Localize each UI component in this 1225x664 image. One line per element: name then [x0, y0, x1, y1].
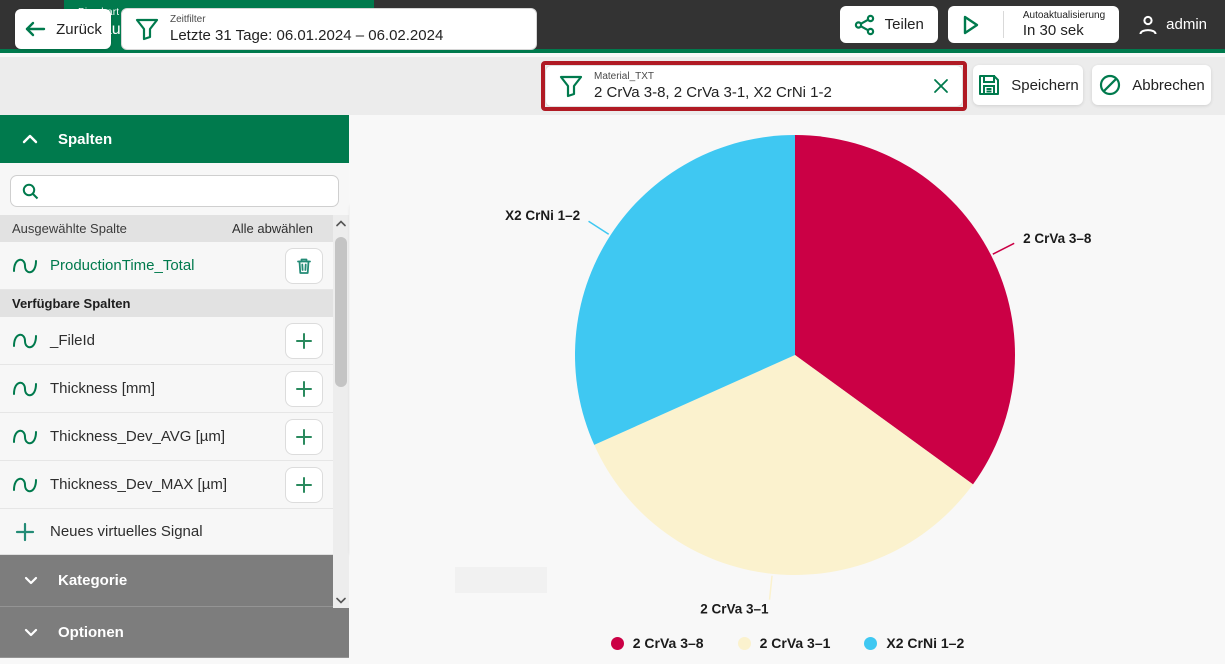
- legend-color-dot: [864, 637, 877, 650]
- save-button[interactable]: Speichern: [973, 65, 1083, 105]
- time-filter-label: Zeitfilter: [170, 14, 443, 25]
- available-column-row[interactable]: Thickness_Dev_AVG [µm]: [0, 413, 333, 461]
- share-button[interactable]: Teilen: [840, 6, 938, 43]
- chevron-up-icon: [22, 134, 38, 144]
- search-icon: [21, 182, 40, 201]
- trash-icon: [294, 256, 314, 276]
- back-arrow-icon: [24, 21, 46, 37]
- autorefresh-button[interactable]: Autoaktualisierung In 30 sek: [948, 6, 1119, 43]
- available-column-row[interactable]: Thickness [mm]: [0, 365, 333, 413]
- columns-sidebar: Spalten Ausgewählte Spalte Alle abwählen…: [0, 115, 349, 659]
- remove-column-button[interactable]: [285, 248, 323, 284]
- selected-columns-label: Ausgewählte Spalte: [12, 221, 127, 236]
- autorefresh-countdown: In 30 sek: [1023, 22, 1105, 39]
- user-name: admin: [1166, 16, 1207, 33]
- add-column-button[interactable]: [285, 371, 323, 407]
- selected-columns-subheader: Ausgewählte Spalte Alle abwählen: [0, 215, 333, 242]
- column-name: Thickness [mm]: [50, 380, 155, 397]
- category-label: Kategorie: [58, 572, 127, 589]
- cancel-button[interactable]: Abbrechen: [1092, 65, 1211, 105]
- user-icon: [1137, 14, 1159, 36]
- available-column-row[interactable]: _FileId: [0, 317, 333, 365]
- signal-wave-icon: [12, 378, 38, 400]
- chevron-down-icon: [24, 576, 38, 585]
- pie-slice-label: X2 CrNi 1–2: [505, 208, 580, 223]
- column-name: _FileId: [50, 332, 95, 349]
- back-label: Zurück: [56, 21, 102, 38]
- new-virtual-signal-label: Neues virtuelles Signal: [50, 523, 203, 540]
- time-filter-field[interactable]: Zeitfilter Letzte 31 Tage: 06.01.2024 – …: [121, 8, 537, 50]
- column-search-box[interactable]: [10, 175, 339, 207]
- scroll-up-icon[interactable]: [333, 215, 349, 231]
- chart-area: 2 CrVa 3–8 2 CrVa 3–1 X2 CrNi 1–2 2 CrVa 3…: [350, 115, 1225, 659]
- time-filter-value: Letzte 31 Tage: 06.01.2024 – 06.02.2024: [170, 27, 443, 44]
- legend-color-dot: [738, 637, 751, 650]
- columns-header-label: Spalten: [58, 131, 112, 148]
- column-name: Thickness_Dev_MAX [µm]: [50, 476, 227, 493]
- new-virtual-signal-button[interactable]: Neues virtuelles Signal: [0, 509, 349, 555]
- floppy-disk-icon: [977, 73, 1001, 97]
- chevron-down-icon: [24, 628, 38, 637]
- available-columns-label: Verfügbare Spalten: [12, 296, 130, 311]
- available-columns-subheader: Verfügbare Spalten: [0, 290, 333, 317]
- clear-filter-icon[interactable]: [932, 77, 950, 95]
- sidebar-scrollbar[interactable]: [333, 215, 349, 608]
- user-menu[interactable]: admin: [1137, 14, 1207, 36]
- legend-label: X2 CrNi 1–2: [886, 635, 964, 651]
- scroll-down-icon[interactable]: [333, 592, 349, 608]
- column-name: Thickness_Dev_AVG [µm]: [50, 428, 225, 445]
- selected-column-name: ProductionTime_Total: [50, 257, 195, 274]
- legend-item[interactable]: X2 CrNi 1–2: [864, 635, 964, 651]
- signal-wave-icon: [12, 474, 38, 496]
- add-column-button[interactable]: [285, 467, 323, 503]
- legend-item[interactable]: 2 CrVa 3–8: [611, 635, 704, 651]
- legend-item[interactable]: 2 CrVa 3–1: [738, 635, 831, 651]
- share-icon: [854, 14, 876, 36]
- material-filter-value: 2 CrVa 3-8, 2 CrVa 3-1, X2 CrNi 1-2: [594, 84, 832, 101]
- scrollbar-thumb[interactable]: [335, 237, 347, 387]
- label-leader-line: [770, 576, 772, 600]
- play-icon: [948, 6, 994, 43]
- pie-slice-label: 2 CrVa 3–1: [700, 602, 769, 617]
- material-filter-field[interactable]: Material_TXT 2 CrVa 3-8, 2 CrVa 3-1, X2 …: [545, 65, 963, 107]
- plus-icon: [294, 475, 314, 495]
- add-column-button[interactable]: [285, 323, 323, 359]
- plus-icon: [294, 379, 314, 399]
- pie-slice-label: 2 CrVa 3–8: [1023, 231, 1092, 246]
- funnel-icon: [134, 16, 160, 42]
- options-label: Optionen: [58, 624, 124, 641]
- category-section-header[interactable]: Kategorie: [0, 555, 349, 607]
- signal-wave-icon: [12, 330, 38, 352]
- selected-column-row[interactable]: ProductionTime_Total: [0, 242, 333, 290]
- plus-icon: [294, 427, 314, 447]
- columns-section-header[interactable]: Spalten: [0, 115, 349, 163]
- options-section-header[interactable]: Optionen: [0, 607, 349, 658]
- save-label: Speichern: [1011, 77, 1079, 94]
- button-divider: [1003, 11, 1004, 38]
- back-button[interactable]: Zurück: [15, 9, 111, 49]
- label-leader-line: [993, 243, 1014, 254]
- signal-wave-icon: [12, 426, 38, 448]
- material-filter-label: Material_TXT: [594, 71, 832, 82]
- column-search-input[interactable]: [48, 183, 328, 199]
- plus-icon: [14, 521, 36, 543]
- autorefresh-label: Autoaktualisierung: [1023, 10, 1105, 21]
- legend-label: 2 CrVa 3–1: [760, 635, 831, 651]
- cancel-label: Abbrechen: [1132, 77, 1205, 94]
- chart-legend: 2 CrVa 3–8 2 CrVa 3–1 X2 CrNi 1–2: [350, 635, 1225, 651]
- add-column-button[interactable]: [285, 419, 323, 455]
- plus-icon: [294, 331, 314, 351]
- legend-color-dot: [611, 637, 624, 650]
- cancel-icon: [1098, 73, 1122, 97]
- watermark: [455, 567, 547, 593]
- funnel-icon: [558, 73, 584, 99]
- label-leader-line: [589, 221, 609, 234]
- signal-wave-icon: [12, 255, 38, 277]
- deselect-all-link[interactable]: Alle abwählen: [232, 221, 313, 236]
- legend-label: 2 CrVa 3–8: [633, 635, 704, 651]
- available-column-row[interactable]: Thickness_Dev_MAX [µm]: [0, 461, 333, 509]
- share-label: Teilen: [885, 16, 924, 33]
